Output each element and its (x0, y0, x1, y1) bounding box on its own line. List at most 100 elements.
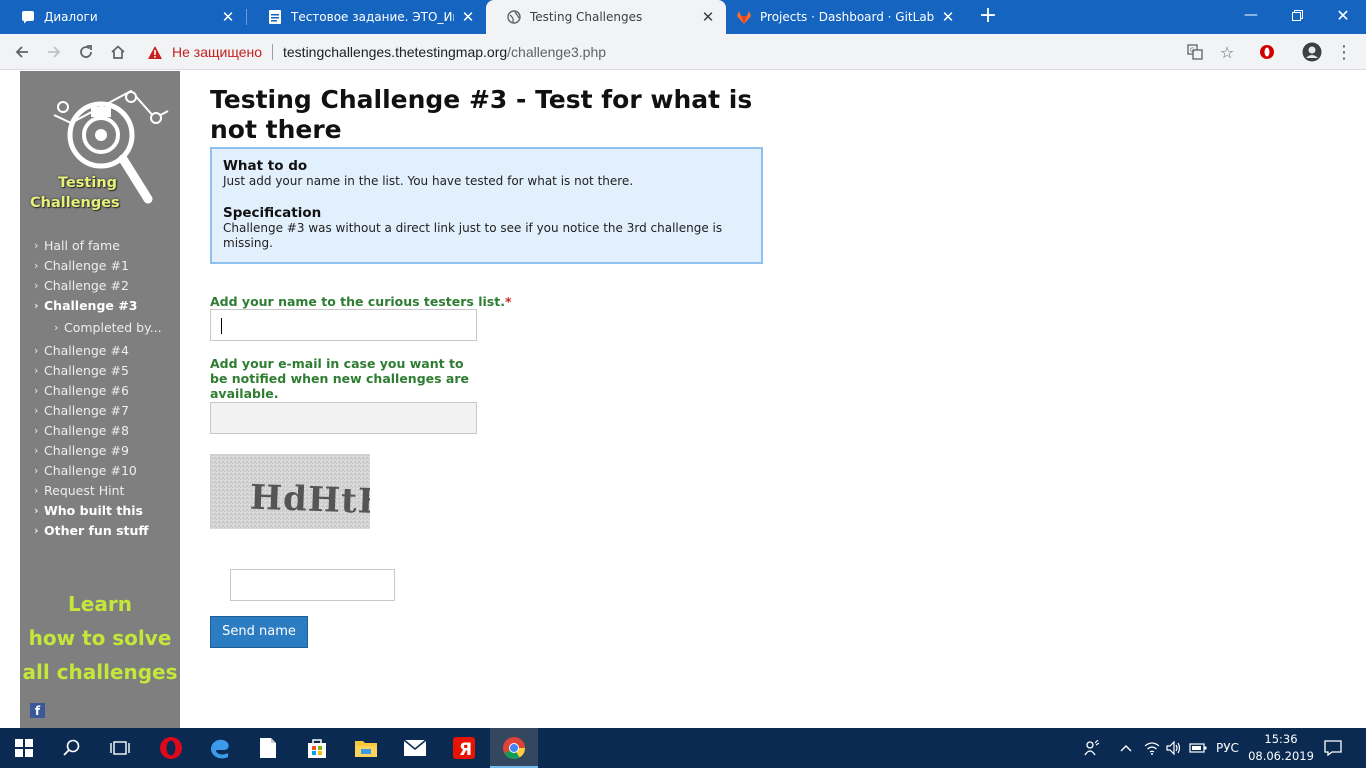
tab-title: Тестовое задание. ЭТО_Инкубатор (291, 10, 454, 24)
file-explorer-icon[interactable] (342, 728, 390, 768)
language-indicator[interactable]: РУС (1216, 728, 1239, 768)
tab-testing-challenges[interactable]: Testing Challenges ✕ (486, 0, 726, 34)
sidebar-item-label: Challenge #4 (44, 342, 129, 358)
sidebar-item-challenge-10[interactable]: › Challenge #10 (34, 460, 180, 480)
address-bar[interactable]: Не защищено testingchallenges.thetesting… (140, 38, 1246, 66)
windows-taskbar: Я РУС 15:36 08.06.2019 (0, 728, 1366, 768)
captcha-text: HdHtE (249, 477, 370, 523)
tab-test-task[interactable]: Тестовое задание. ЭТО_Инкубатор ✕ (247, 0, 486, 34)
info-box: What to do Just add your name in the lis… (210, 147, 763, 264)
sidebar-item-challenge-3[interactable]: › Challenge #3 (34, 295, 180, 315)
people-icon[interactable] (1082, 728, 1102, 768)
sidebar-item-challenge-7[interactable]: › Challenge #7 (34, 400, 180, 420)
sidebar-item-hall-of-fame[interactable]: › Hall of fame (34, 235, 180, 255)
opera-extension-icon[interactable] (1255, 40, 1279, 64)
sidebar-item-challenge-4[interactable]: › Challenge #4 (34, 340, 180, 360)
sidebar-item-label: Challenge #10 (44, 462, 137, 478)
learn-link[interactable]: Learn how to solve all challenges (20, 587, 180, 689)
windows-start-icon[interactable] (0, 728, 48, 768)
sidebar-item-label: Who built this (44, 502, 143, 518)
new-tab-button[interactable]: + (976, 5, 1000, 29)
warning-icon[interactable] (146, 43, 164, 61)
svg-text:Я: Я (459, 740, 472, 760)
sidebar-item-challenge-5[interactable]: › Challenge #5 (34, 360, 180, 380)
mail-icon[interactable] (391, 728, 439, 768)
page-title: Testing Challenge #3 - Test for what is … (210, 85, 753, 144)
specification-heading: Specification (223, 205, 322, 221)
bookmark-star-icon[interactable]: ☆ (1215, 40, 1239, 64)
yandex-browser-icon[interactable]: Я (440, 728, 488, 768)
reload-icon[interactable] (74, 40, 98, 64)
minimize-icon[interactable]: — (1228, 0, 1274, 30)
close-tab-icon[interactable]: ✕ (940, 9, 956, 25)
battery-icon[interactable] (1188, 728, 1208, 768)
close-tab-icon[interactable]: ✕ (460, 9, 476, 25)
tab-gitlab[interactable]: Projects · Dashboard · GitLab ✕ (726, 0, 966, 34)
translate-icon[interactable]: G (1183, 40, 1207, 64)
facebook-icon[interactable]: f (30, 703, 45, 718)
chevron-right-icon: › (34, 278, 39, 292)
sidebar-item-label: Hall of fame (44, 237, 120, 253)
tab-dialogs[interactable]: Диалоги ✕ (0, 0, 246, 34)
profile-avatar-icon[interactable] (1300, 40, 1324, 64)
sidebar-item-completed-by[interactable]: › Completed by... (34, 315, 180, 340)
svg-text:G: G (1190, 47, 1195, 54)
forward-icon[interactable] (42, 40, 66, 64)
url-host: testingchallenges.thetestingmap.org (283, 44, 508, 60)
sidebar-item-challenge-2[interactable]: › Challenge #2 (34, 275, 180, 295)
notifications-icon[interactable] (1322, 728, 1344, 768)
address-divider (272, 44, 273, 60)
sidebar-item-label: Request Hint (44, 482, 125, 498)
email-field-label: Add your e-mail in case you want to be n… (210, 356, 470, 401)
sidebar-item-who-built-this[interactable]: › Who built this (34, 500, 180, 520)
what-to-do-heading: What to do (223, 158, 308, 174)
sidebar-nav: › Hall of fame › Challenge #1 › Challenge #… (34, 235, 180, 540)
clock-date: 08.06.2019 (1248, 749, 1314, 763)
file-icon[interactable] (244, 728, 292, 768)
chevron-right-icon: › (34, 523, 39, 537)
sidebar-item-label: Completed by... (64, 320, 162, 335)
security-label[interactable]: Не защищено (172, 44, 262, 60)
chevron-right-icon: › (34, 463, 39, 477)
tab-title: Testing Challenges (530, 10, 643, 24)
close-tab-icon[interactable]: ✕ (700, 9, 716, 25)
taskbar-clock[interactable]: 15:36 08.06.2019 (1246, 731, 1316, 765)
send-name-button[interactable]: Send name (210, 616, 308, 648)
chevron-up-icon[interactable] (1118, 728, 1134, 768)
back-icon[interactable] (10, 40, 34, 64)
sidebar-item-label: Challenge #3 (44, 297, 138, 313)
close-tab-icon[interactable]: ✕ (220, 9, 236, 25)
chrome-icon[interactable] (490, 728, 538, 768)
browser-tab-strip: Диалоги ✕ Тестовое задание. ЭТО_Инкубато… (0, 0, 1366, 34)
captcha-input[interactable] (230, 569, 395, 601)
menu-kebab-icon[interactable]: ⋮ (1332, 40, 1356, 64)
captcha-image: HdHtE (210, 454, 370, 529)
sidebar-item-challenge-6[interactable]: › Challenge #6 (34, 380, 180, 400)
edge-icon[interactable] (196, 728, 244, 768)
sidebar-item-challenge-9[interactable]: › Challenge #9 (34, 440, 180, 460)
logo-text-line2: Challenges (30, 195, 120, 211)
wifi-icon[interactable] (1143, 728, 1161, 768)
what-to-do-text: Just add your name in the list. You have… (223, 174, 634, 188)
opera-icon[interactable] (147, 728, 195, 768)
search-icon[interactable] (48, 728, 96, 768)
email-input[interactable] (210, 402, 477, 434)
name-input[interactable] (210, 309, 477, 341)
gitlab-icon (736, 9, 752, 25)
vk-icon (20, 9, 36, 25)
sidebar-item-request-hint[interactable]: › Request Hint (34, 480, 180, 500)
site-logo[interactable]: Testing Challenges (28, 87, 174, 217)
close-window-icon[interactable]: ✕ (1320, 0, 1366, 30)
home-icon[interactable] (106, 40, 130, 64)
chevron-right-icon: › (34, 258, 39, 272)
store-icon[interactable] (293, 728, 341, 768)
chevron-right-icon: › (34, 238, 39, 252)
restore-icon[interactable] (1274, 0, 1320, 30)
sidebar-item-challenge-8[interactable]: › Challenge #8 (34, 420, 180, 440)
volume-icon[interactable] (1165, 728, 1183, 768)
clock-time: 15:36 (1264, 732, 1298, 746)
sidebar-item-label: Challenge #2 (44, 277, 129, 293)
sidebar-item-other-fun-stuff[interactable]: › Other fun stuff (34, 520, 180, 540)
task-view-icon[interactable] (96, 728, 144, 768)
sidebar-item-challenge-1[interactable]: › Challenge #1 (34, 255, 180, 275)
